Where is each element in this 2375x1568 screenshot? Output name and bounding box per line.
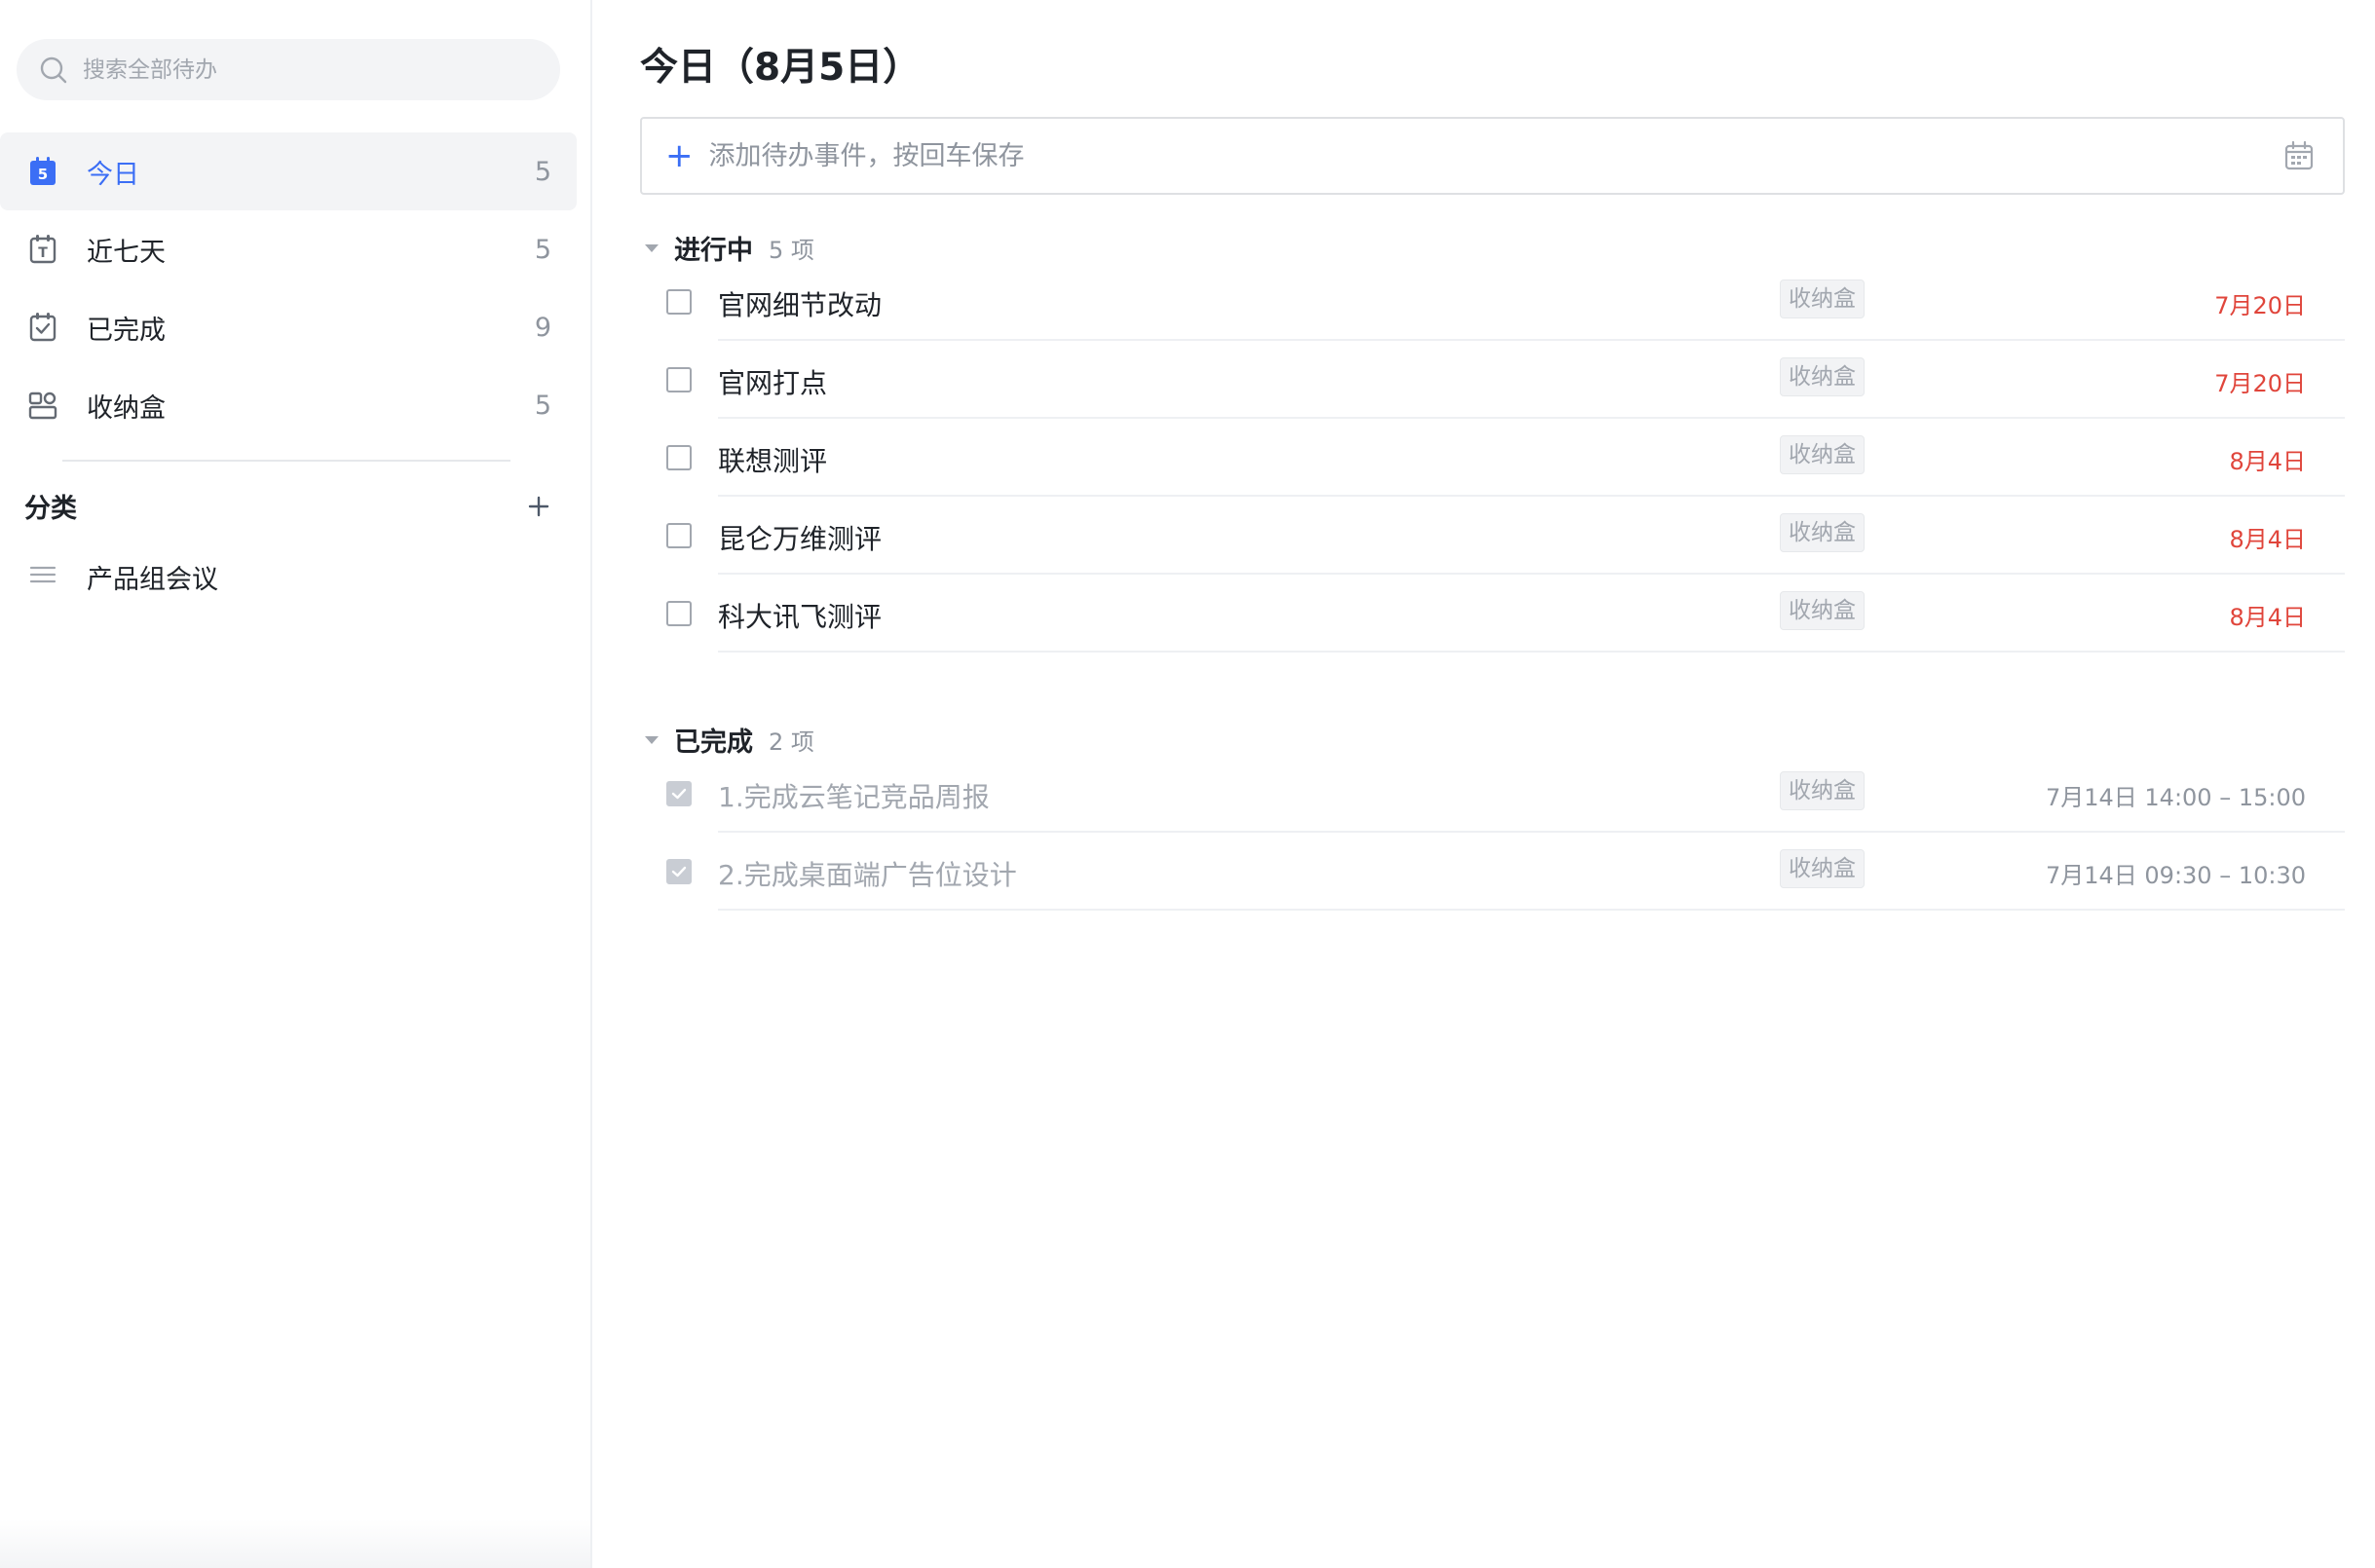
calendar-icon[interactable] — [2282, 139, 2316, 172]
sidebar-item-label: 近七天 — [87, 237, 166, 268]
main-panel: 今日（8月5日） + 进行中 5 项 — [592, 0, 2375, 1568]
todo-checkbox-checked[interactable] — [666, 859, 692, 884]
sidebar-item-next-seven-days[interactable]: T 近七天 5 — [0, 210, 577, 288]
search-icon — [40, 56, 67, 83]
check-icon — [671, 866, 687, 877]
row-divider — [718, 909, 2345, 911]
row-divider — [718, 651, 2345, 653]
todo-row: 科大讯飞测评 收纳盒 8月4日 — [640, 575, 2345, 653]
sidebar: 5 今日 5 T 近七天 5 — [0, 0, 592, 1568]
section-count: 2 项 — [769, 728, 814, 756]
todo-text[interactable]: 官网细节改动 — [718, 284, 882, 323]
plus-icon: + — [665, 136, 694, 175]
category-item-product-meeting[interactable]: 产品组会议 — [0, 538, 577, 616]
todo-tag: 收纳盒 — [1780, 771, 1865, 810]
sidebar-nav: 5 今日 5 T 近七天 5 已完成 9 收纳盒 5 — [0, 132, 577, 444]
sidebar-item-label: 收纳盒 — [87, 392, 166, 424]
todo-tag: 收纳盒 — [1780, 849, 1865, 888]
todo-app: 5 今日 5 T 近七天 5 — [0, 0, 2375, 1568]
calendar-week-icon-text: T — [38, 245, 48, 261]
search-input[interactable] — [83, 56, 521, 83]
todo-text[interactable]: 1.完成云笔记竞品周报 — [718, 776, 990, 815]
todo-row: 1.完成云笔记竞品周报 收纳盒 7月14日 14:00 – 15:00 — [640, 755, 2345, 833]
todo-tag: 收纳盒 — [1780, 591, 1865, 630]
todo-text[interactable]: 2.完成桌面端广告位设计 — [718, 854, 1017, 893]
inbox-icon — [26, 389, 59, 422]
categories-title: 分类 — [24, 494, 77, 524]
todo-date: 7月14日 14:00 – 15:00 — [2045, 784, 2306, 811]
completed-section-header[interactable]: 已完成 2 项 — [645, 721, 814, 759]
in-progress-section-header[interactable]: 进行中 5 项 — [645, 229, 814, 267]
list-icon — [26, 558, 59, 595]
todo-text[interactable]: 联想测评 — [718, 440, 827, 479]
sidebar-divider — [62, 460, 510, 462]
in-progress-list: 官网细节改动 收纳盒 7月20日 官网打点 收纳盒 7月20日 联想测评 收纳盒… — [640, 263, 2345, 653]
calendar-check-icon — [26, 311, 59, 344]
todo-checkbox[interactable] — [666, 601, 692, 626]
todo-date: 8月4日 — [2229, 448, 2306, 475]
section-count: 5 项 — [769, 237, 814, 264]
category-item-label: 产品组会议 — [87, 564, 218, 595]
section-title: 进行中 — [674, 236, 753, 266]
sidebar-item-inbox[interactable]: 收纳盒 5 — [0, 366, 577, 444]
add-todo-box[interactable]: + — [640, 117, 2345, 195]
todo-checkbox[interactable] — [666, 523, 692, 548]
todo-checkbox[interactable] — [666, 289, 692, 315]
calendar-today-icon-text: 5 — [38, 166, 48, 183]
todo-date: 7月14日 09:30 – 10:30 — [2045, 862, 2306, 889]
completed-list: 1.完成云笔记竞品周报 收纳盒 7月14日 14:00 – 15:00 2.完成… — [640, 755, 2345, 911]
todo-text[interactable]: 科大讯飞测评 — [718, 596, 882, 635]
calendar-week-icon: T — [26, 233, 59, 266]
todo-row: 昆仑万维测评 收纳盒 8月4日 — [640, 497, 2345, 575]
todo-checkbox-checked[interactable] — [666, 781, 692, 806]
sidebar-item-label: 今日 — [87, 159, 139, 190]
todo-row: 官网细节改动 收纳盒 7月20日 — [640, 263, 2345, 341]
todo-row: 2.完成桌面端广告位设计 收纳盒 7月14日 09:30 – 10:30 — [640, 833, 2345, 911]
sidebar-item-label: 已完成 — [87, 315, 166, 346]
sidebar-item-count: 5 — [534, 234, 551, 265]
categories-header: 分类 — [24, 487, 555, 525]
todo-tag: 收纳盒 — [1780, 280, 1865, 318]
todo-tag: 收纳盒 — [1780, 357, 1865, 396]
todo-checkbox[interactable] — [666, 445, 692, 470]
todo-checkbox[interactable] — [666, 367, 692, 392]
add-todo-input[interactable] — [708, 140, 2282, 171]
search-box[interactable] — [17, 39, 560, 100]
todo-row: 联想测评 收纳盒 8月4日 — [640, 419, 2345, 497]
page-title: 今日（8月5日） — [640, 46, 922, 90]
sidebar-item-count: 5 — [534, 390, 551, 421]
todo-date: 7月20日 — [2214, 292, 2306, 319]
sidebar-item-count: 9 — [534, 312, 551, 343]
check-icon — [671, 788, 687, 800]
caret-down-icon — [645, 735, 659, 744]
sidebar-item-today[interactable]: 5 今日 5 — [0, 132, 577, 210]
add-category-button[interactable] — [522, 490, 555, 523]
todo-text[interactable]: 官网打点 — [718, 362, 827, 401]
todo-text[interactable]: 昆仑万维测评 — [718, 518, 882, 557]
todo-date: 8月4日 — [2229, 604, 2306, 631]
calendar-today-icon: 5 — [26, 155, 59, 188]
sidebar-item-count: 5 — [534, 156, 551, 187]
section-title: 已完成 — [674, 728, 753, 758]
plus-icon — [528, 496, 549, 516]
todo-row: 官网打点 收纳盒 7月20日 — [640, 341, 2345, 419]
sidebar-item-completed[interactable]: 已完成 9 — [0, 288, 577, 366]
caret-down-icon — [645, 243, 659, 252]
todo-tag: 收纳盒 — [1780, 435, 1865, 474]
todo-date: 8月4日 — [2229, 526, 2306, 553]
todo-tag: 收纳盒 — [1780, 513, 1865, 552]
todo-date: 7月20日 — [2214, 370, 2306, 397]
